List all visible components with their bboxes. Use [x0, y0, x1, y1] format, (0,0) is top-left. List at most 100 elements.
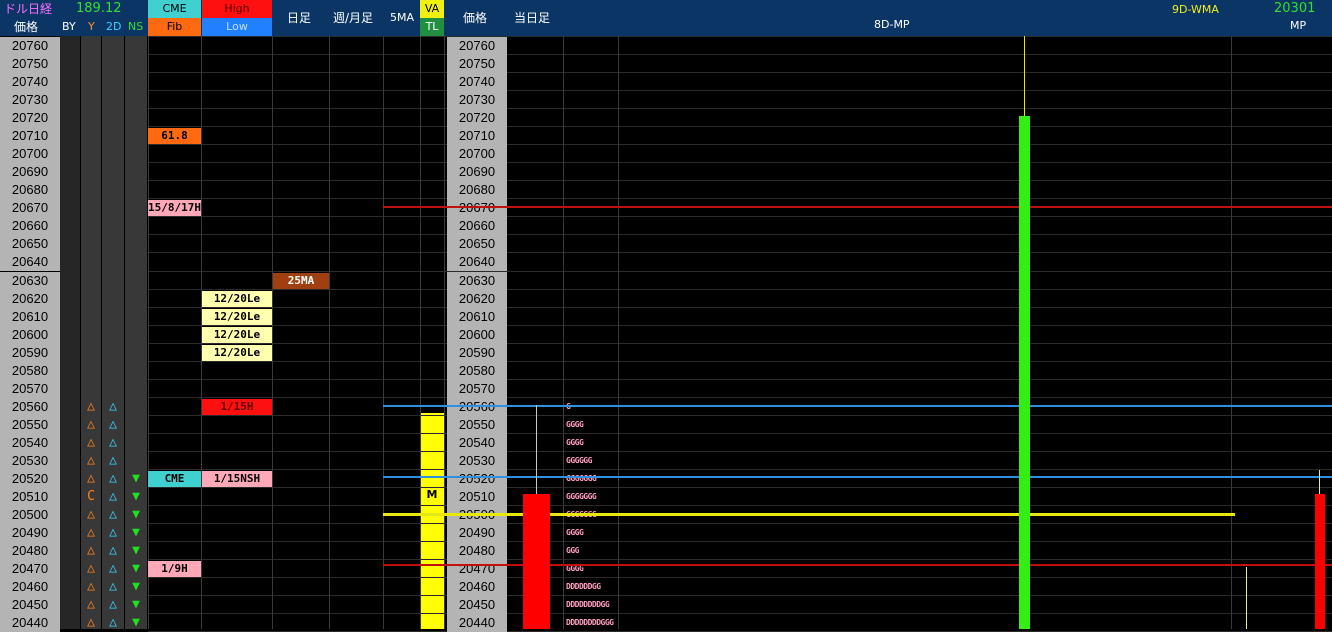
high-low-level-label: 12/20Le [202, 345, 272, 361]
price-cell-right: 20660 [447, 217, 507, 235]
wma9d-header-label: 9D-WMA [1172, 3, 1219, 16]
va-header-label: VA [424, 2, 440, 15]
grid-row-line [148, 361, 1332, 362]
cme-header-label: CME [162, 2, 187, 15]
price-cell-right: 20760 [447, 37, 507, 55]
ns-label: NS [128, 20, 144, 33]
grid-column-line [383, 36, 384, 629]
price-cell-right: 20720 [447, 109, 507, 127]
d2-signal-icon: △ [109, 399, 117, 414]
grid-row-line [148, 541, 1332, 542]
y-signal-icon: △ [87, 399, 95, 414]
grid-row-line [148, 379, 1332, 380]
mp-volume-bar [1019, 116, 1030, 629]
grid-row-line [148, 523, 1332, 524]
grid-row-line [148, 144, 1332, 145]
d2-signal-icon: △ [109, 543, 117, 558]
price-cell-right: 20470 [447, 560, 507, 578]
grid-column-line [1231, 36, 1232, 629]
price-cell-right: 20450 [447, 596, 507, 614]
d2-signal-icon: △ [109, 417, 117, 432]
grid-row-line [148, 595, 1332, 596]
price-cell-right: 20490 [447, 524, 507, 542]
grid-row-line [148, 126, 1332, 127]
tpo-row: GGGGGGG [566, 492, 597, 501]
cme-fib-level-label: 15/8/17H [148, 200, 201, 216]
price-cell-left: 20470 [0, 560, 60, 578]
d2-signal-icon: △ [109, 579, 117, 594]
tpo-row: GGGGGG [566, 456, 592, 465]
tpo-row: GGGG [566, 420, 584, 429]
dollar-nikkei-label: ドル日経 [4, 2, 53, 16]
ns-signal-icon: ▼ [132, 507, 140, 522]
price-cell-left: 20490 [0, 524, 60, 542]
price-cell-right: 20570 [447, 380, 507, 398]
d2-label: 2D [106, 20, 122, 33]
price-cell-left: 20440 [0, 614, 60, 632]
price-cell-left: 20710 [0, 127, 60, 145]
ma5-header-label: 5MA [390, 11, 415, 24]
y-signal-icon: C [87, 489, 95, 504]
price-header-right: 価格 [463, 11, 488, 25]
grid-row-line [148, 559, 1332, 560]
price-cell-left: 20680 [0, 181, 60, 199]
grid-row-line [148, 289, 1332, 290]
price-cell-left: 20690 [0, 163, 60, 181]
price-cell-left: 20650 [0, 235, 60, 253]
price-cell-left: 20720 [0, 109, 60, 127]
grid-row-line [148, 252, 1332, 253]
tl-header-label: TL [425, 20, 439, 33]
today-candle-body [523, 494, 550, 629]
price-cell-right: 20550 [447, 416, 507, 434]
high-low-level-label: 1/15NSH [202, 471, 272, 487]
price-header-left: 価格 [14, 20, 39, 34]
grid-row-line [148, 108, 1332, 109]
d2-signal-icon: △ [109, 525, 117, 540]
tpo-row: DDDDDDGG [566, 582, 601, 591]
price-cell-right: 20630 [447, 272, 507, 290]
price-cell-left: 20730 [0, 91, 60, 109]
grid-row-line [148, 343, 1332, 344]
grid-row-line [148, 415, 1332, 416]
d2-signal-icon: △ [109, 435, 117, 450]
by-column [60, 36, 80, 629]
price-cell-left: 20510 [0, 488, 60, 506]
tpo-row: GGGG [566, 438, 584, 447]
dollar-value: 189.12 [76, 1, 122, 16]
ns-signal-icon: ▼ [132, 561, 140, 576]
grid-column-line [329, 36, 330, 629]
ns-signal-icon: ▼ [132, 579, 140, 594]
y-signal-icon: △ [87, 417, 95, 432]
grid-row-line [148, 162, 1332, 163]
grid-row-line [148, 271, 1332, 272]
grid-row-line [148, 433, 1332, 434]
mp8d-header-label: 8D-MP [874, 18, 910, 31]
weekly-monthly-header-label: 週/月足 [333, 11, 374, 25]
grid-row-line [148, 325, 1332, 326]
price-cell-right: 20700 [447, 145, 507, 163]
price-cell-left: 20460 [0, 578, 60, 596]
price-cell-right: 20580 [447, 362, 507, 380]
price-cell-right: 20540 [447, 434, 507, 452]
tpo-row: GGGGGGG [566, 474, 597, 483]
grid-row-line [148, 577, 1332, 578]
price-cell-left: 20480 [0, 542, 60, 560]
price-cell-left: 20610 [0, 308, 60, 326]
price-cell-right: 20750 [447, 55, 507, 73]
grid-row-line [148, 307, 1332, 308]
right-wick-1 [1246, 567, 1247, 629]
price-cell-left: 20580 [0, 362, 60, 380]
tpo-row: GGG [566, 546, 579, 555]
price-cell-right: 20560 [447, 398, 507, 416]
daily-level-label: 25MA [273, 273, 329, 289]
price-cell-left: 20570 [0, 380, 60, 398]
price-cell-right: 20600 [447, 326, 507, 344]
y-signal-icon: △ [87, 579, 95, 594]
grid-column-line [563, 36, 564, 629]
grid-row-line [148, 397, 1332, 398]
price-cell-right: 20650 [447, 235, 507, 253]
d2-signal-icon: △ [109, 471, 117, 486]
grid-row-line [148, 72, 1332, 73]
va-marker: M [426, 488, 438, 501]
right-wick-2 [1319, 470, 1320, 495]
